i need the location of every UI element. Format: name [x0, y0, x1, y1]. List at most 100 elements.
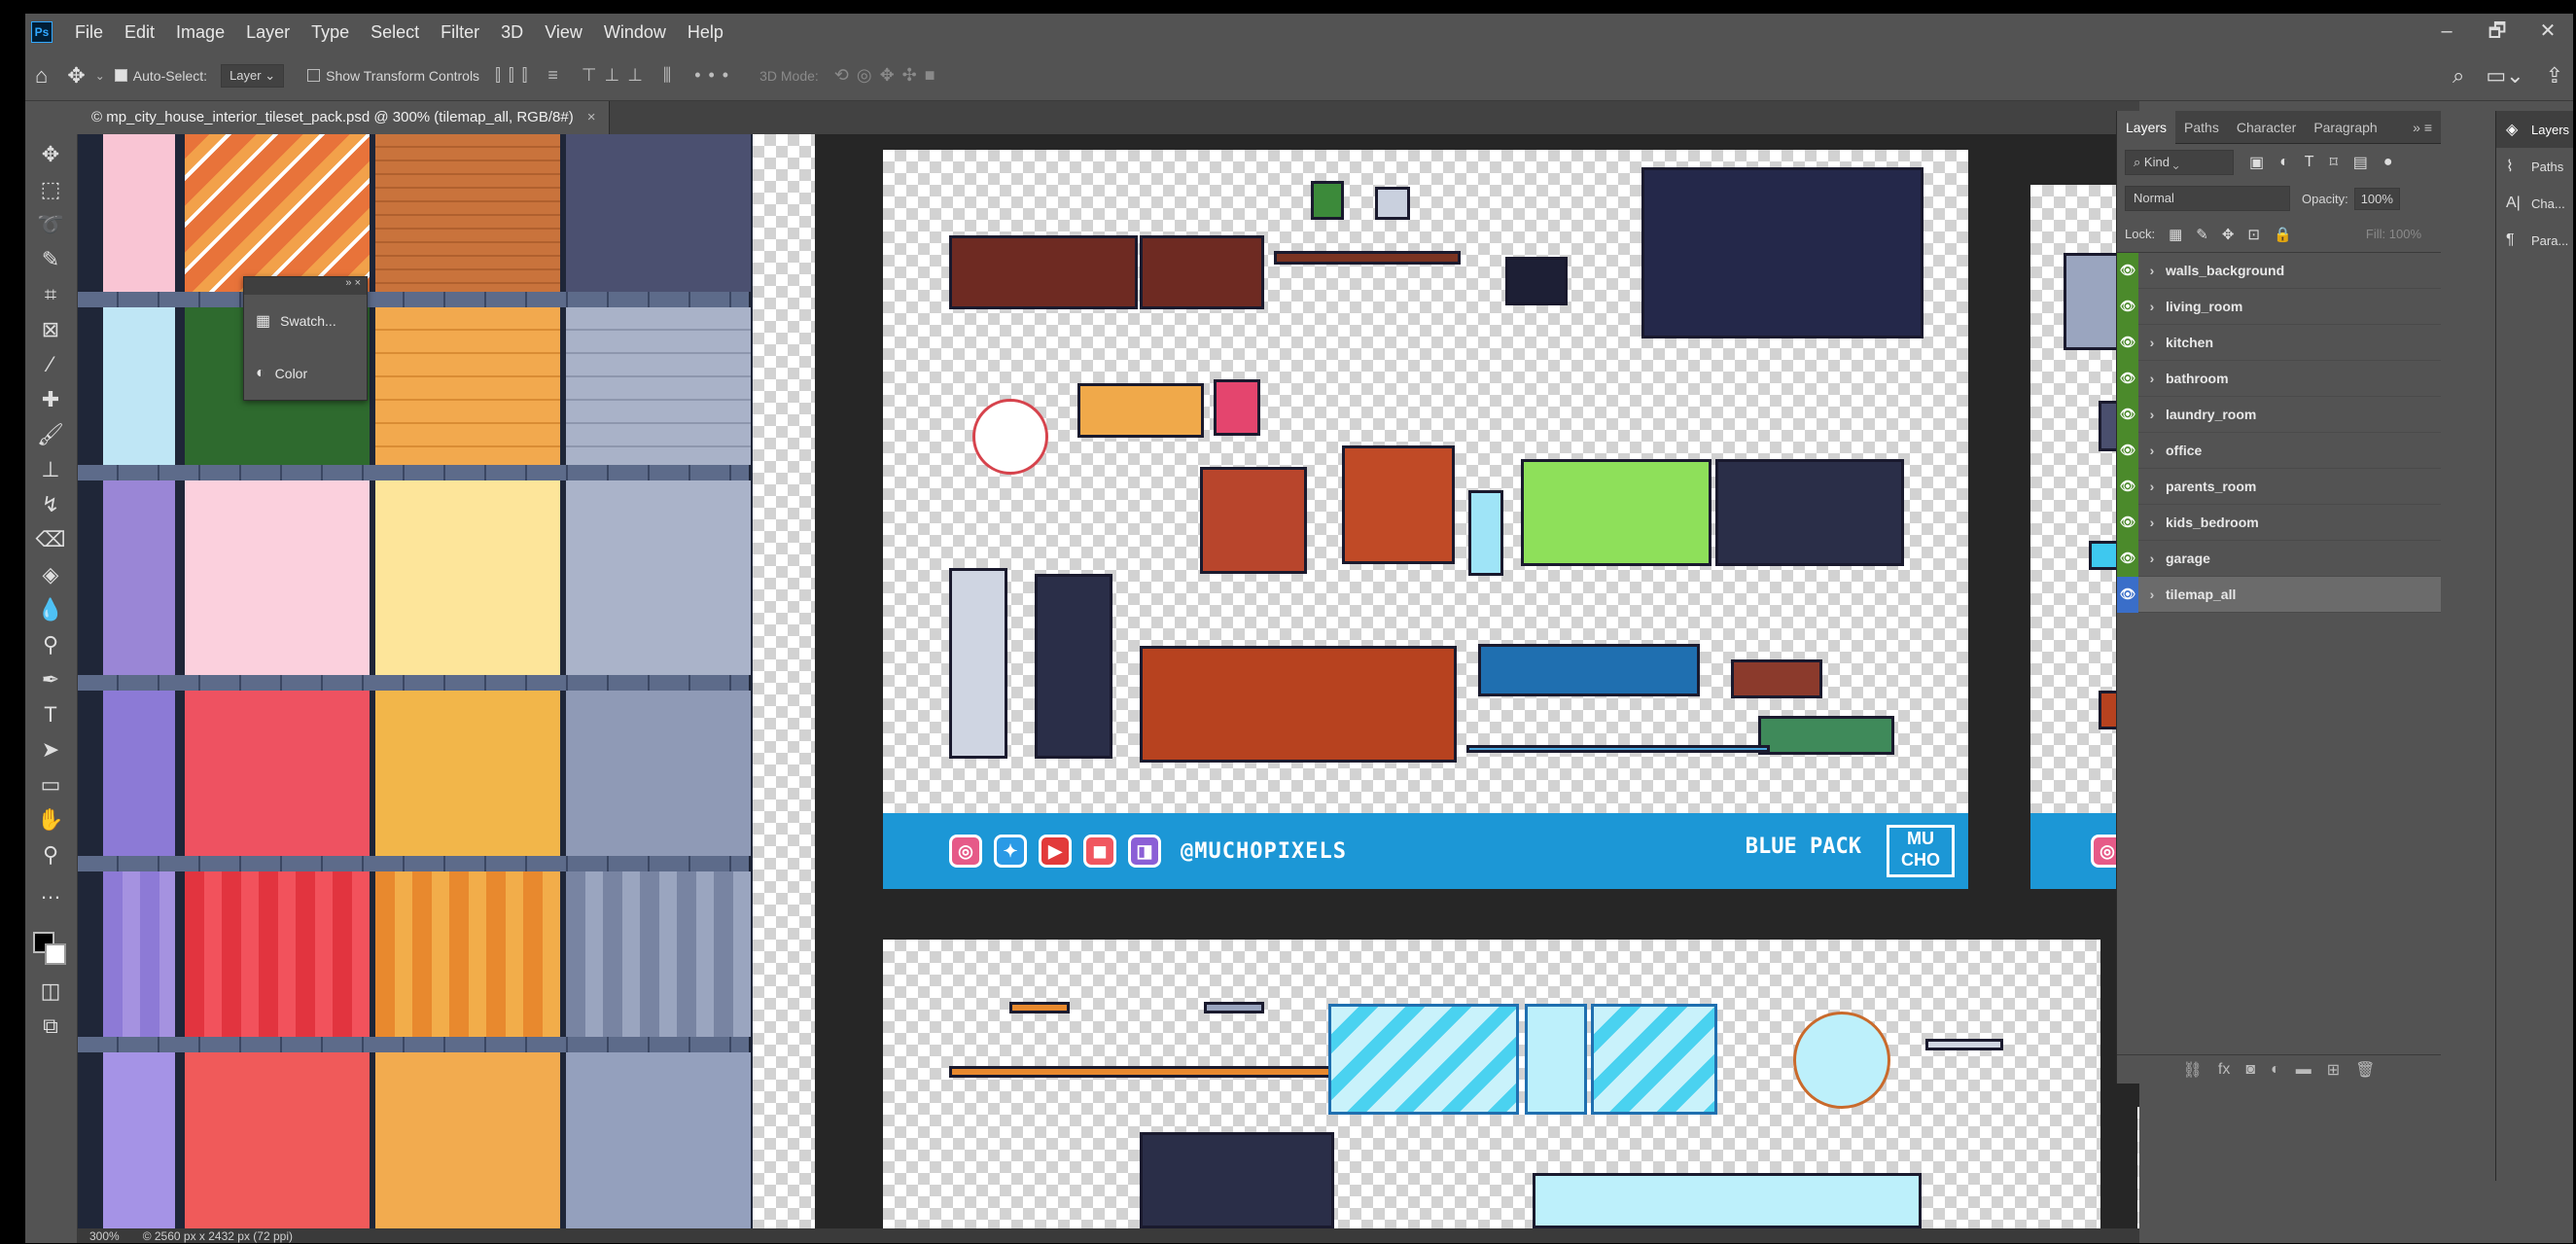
path-select-icon[interactable]: ➤ — [33, 735, 68, 764]
panel-menu-icon[interactable]: » ≡ — [2404, 111, 2441, 144]
search-icon[interactable]: ⌕ — [2452, 63, 2464, 89]
chevron-right-icon[interactable]: › — [2138, 586, 2166, 602]
document-tab[interactable]: © mp_city_house_interior_tileset_pack.ps… — [78, 101, 611, 134]
lock-pixels-icon[interactable]: ✎ — [2196, 226, 2208, 243]
dock-character[interactable]: A| Cha... — [2496, 185, 2573, 222]
tab-paragraph[interactable]: Paragraph — [2305, 111, 2385, 144]
tab-paths[interactable]: Paths — [2175, 111, 2228, 144]
dock-paths[interactable]: ⌇ Paths — [2496, 148, 2573, 185]
blend-mode-dropdown[interactable]: Normal — [2125, 186, 2290, 211]
move-tool-icon[interactable]: ✥ — [33, 140, 68, 169]
chevron-right-icon[interactable]: › — [2138, 443, 2166, 458]
eye-icon[interactable]: 👁 — [2117, 504, 2138, 541]
youtube-icon[interactable]: ▶ — [1039, 835, 1072, 868]
rectangle-tool-icon[interactable]: ▭ — [33, 770, 68, 800]
share-icon[interactable]: ⇪ — [2546, 63, 2563, 89]
hand-tool-icon[interactable]: ✋ — [33, 805, 68, 835]
lock-position-icon[interactable]: ✥ — [2222, 226, 2235, 243]
new-layer-icon[interactable]: ⊞ — [2327, 1060, 2340, 1080]
layer-row[interactable]: 👁 › living_room — [2117, 288, 2441, 325]
close-tab-icon[interactable]: × — [587, 109, 596, 125]
layer-row[interactable]: 👁 › kids_bedroom — [2117, 504, 2441, 541]
paint-bucket-icon[interactable]: ◈ — [33, 560, 68, 589]
align-icons[interactable]: ⫿⫿⫿ ≡ — [495, 65, 566, 86]
fx-icon[interactable]: fx — [2218, 1061, 2230, 1079]
filter-kind-dropdown[interactable]: ⌕ Kind ⌄ — [2125, 150, 2234, 175]
tab-layers[interactable]: Layers — [2117, 110, 2176, 144]
eye-icon[interactable]: 👁 — [2117, 288, 2138, 325]
dock-paragraph[interactable]: ¶ Para... — [2496, 222, 2573, 259]
history-brush-icon[interactable]: ↯ — [33, 490, 68, 519]
layer-row-selected[interactable]: 👁 › tilemap_all — [2117, 576, 2441, 613]
eye-icon[interactable]: 👁 — [2117, 540, 2138, 577]
filter-type-icon[interactable]: T — [2305, 154, 2314, 171]
filter-smart-object-icon[interactable]: ▤ — [2353, 153, 2368, 172]
quick-mask-icon[interactable]: ◫ — [33, 977, 68, 1006]
workspace-icon[interactable]: ▭⌄ — [2486, 63, 2523, 89]
transform-controls-checkbox[interactable]: Show Transform Controls — [307, 68, 479, 84]
menu-file[interactable]: File — [64, 22, 114, 43]
menu-edit[interactable]: Edit — [114, 22, 165, 43]
restore-button[interactable]: 🗗 — [2472, 14, 2523, 51]
eye-icon[interactable]: 👁 — [2117, 396, 2138, 433]
screen-mode-icon[interactable]: ⧉ — [33, 1012, 68, 1041]
color-button[interactable]: ◐ Color — [244, 347, 367, 400]
zoom-tool-icon[interactable]: ⚲ — [33, 840, 68, 870]
menu-select[interactable]: Select — [360, 22, 430, 43]
dodge-tool-icon[interactable]: ⚲ — [33, 630, 68, 659]
eye-icon[interactable]: 👁 — [2117, 576, 2138, 613]
eye-icon[interactable]: 👁 — [2117, 432, 2138, 469]
chevron-right-icon[interactable]: › — [2138, 479, 2166, 494]
eye-icon[interactable]: 👁 — [2117, 324, 2138, 361]
brush-tool-icon[interactable]: 🖌 — [33, 420, 68, 449]
eye-icon[interactable]: 👁 — [2117, 360, 2138, 397]
layer-row[interactable]: 👁 › office — [2117, 432, 2441, 469]
adjustment-icon[interactable]: ◐ — [2271, 1061, 2280, 1079]
menu-type[interactable]: Type — [300, 22, 360, 43]
stamp-tool-icon[interactable]: ⊥ — [33, 455, 68, 484]
menu-view[interactable]: View — [534, 22, 593, 43]
opacity-input[interactable]: 100% — [2353, 187, 2400, 210]
menu-help[interactable]: Help — [677, 22, 734, 43]
eyedropper-tool-icon[interactable]: ⁄ — [33, 350, 68, 379]
link-icon[interactable]: ⛓ — [2183, 1060, 2203, 1080]
close-button[interactable]: ✕ — [2523, 14, 2573, 51]
layer-row[interactable]: 👁 › parents_room — [2117, 468, 2441, 505]
lock-artboard-icon[interactable]: ⊡ — [2247, 226, 2260, 243]
zoom-level[interactable]: 300% — [89, 1229, 120, 1243]
frame-tool-icon[interactable]: ⊠ — [33, 315, 68, 344]
move-tool-icon[interactable]: ✥ — [67, 63, 85, 89]
mask-icon[interactable]: ◙ — [2245, 1061, 2255, 1079]
lock-transparency-icon[interactable]: ▦ — [2169, 226, 2182, 243]
patreon-icon[interactable]: ◼ — [1083, 835, 1116, 868]
photoshop-logo[interactable]: Ps — [31, 21, 53, 43]
menu-image[interactable]: Image — [165, 22, 235, 43]
blur-tool-icon[interactable]: 💧 — [33, 595, 68, 624]
fill-control[interactable]: Fill: 100% — [2366, 227, 2421, 241]
auto-select-dropdown[interactable]: Layer ⌄ — [221, 63, 285, 88]
layer-row[interactable]: 👁 › bathroom — [2117, 360, 2441, 397]
distribute-icons[interactable]: ⊤⊥⊥ ⫼ — [582, 65, 679, 86]
chevron-right-icon[interactable]: › — [2138, 299, 2166, 314]
eraser-tool-icon[interactable]: ⌫ — [33, 525, 68, 554]
layer-row[interactable]: 👁 › kitchen — [2117, 324, 2441, 361]
trash-icon[interactable]: 🗑 — [2355, 1060, 2375, 1080]
pen-tool-icon[interactable]: ✒ — [33, 665, 68, 694]
menu-layer[interactable]: Layer — [235, 22, 300, 43]
quick-select-tool-icon[interactable]: ✎ — [33, 245, 68, 274]
home-icon[interactable]: ⌂ — [35, 63, 48, 89]
chevron-right-icon[interactable]: › — [2138, 551, 2166, 566]
instagram-icon[interactable]: ◎ — [949, 835, 982, 868]
chevron-right-icon[interactable]: › — [2138, 407, 2166, 422]
background-color-swatch[interactable] — [45, 943, 66, 965]
lock-all-icon[interactable]: 🔒 — [2274, 226, 2292, 243]
chevron-down-icon[interactable]: ⌄ — [95, 69, 105, 83]
layer-row[interactable]: 👁 › laundry_room — [2117, 396, 2441, 433]
filter-adjustment-icon[interactable]: ◐ — [2279, 154, 2289, 171]
chevron-right-icon[interactable]: › — [2138, 263, 2166, 278]
eye-icon[interactable]: 👁 — [2117, 252, 2138, 289]
filter-pixel-icon[interactable]: ▣ — [2249, 153, 2264, 172]
more-tools-icon[interactable]: … — [33, 877, 68, 906]
dock-layers[interactable]: ◈ Layers — [2496, 111, 2573, 148]
healing-tool-icon[interactable]: ✚ — [33, 385, 68, 414]
